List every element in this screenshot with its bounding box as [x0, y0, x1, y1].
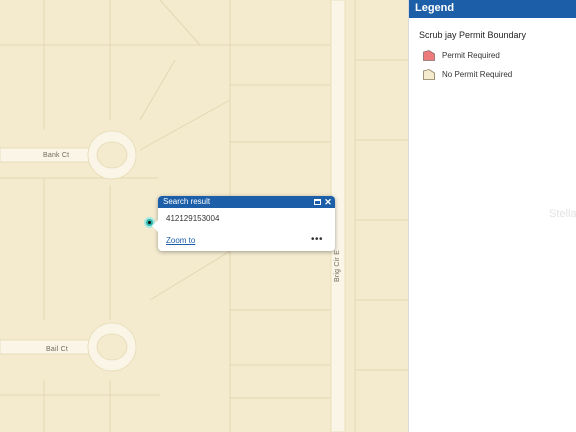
popup-title: Search result: [163, 197, 211, 206]
permit-required-swatch: [423, 50, 435, 61]
legend-layer-name: Scrub jay Permit Boundary: [419, 30, 527, 40]
legend-header: Legend: [409, 0, 576, 18]
popup-pointer: [152, 220, 158, 232]
no-permit-required-swatch: [423, 69, 435, 80]
marker-center-dot: [148, 221, 151, 224]
legend-title: Legend: [415, 2, 455, 14]
legend-label: Permit Required: [442, 51, 500, 60]
street-label-brig: Brig Cir E: [334, 250, 341, 282]
zoom-to-link[interactable]: Zoom to: [166, 236, 195, 245]
more-options-icon[interactable]: •••: [311, 234, 323, 245]
close-icon[interactable]: ✕: [323, 197, 333, 207]
maximize-icon[interactable]: [312, 197, 322, 207]
search-result-popup: Search result ✕ 412129153004 Zoom to •••: [152, 196, 335, 251]
popup-header: Search result ✕: [158, 196, 335, 208]
street-label-bank: Bank Ct: [43, 152, 70, 159]
street-label-bail: Bail Ct: [46, 346, 69, 353]
watermark: Stellar: [549, 208, 576, 220]
legend-label: No Permit Required: [442, 70, 513, 79]
parcel-id-value: 412129153004: [166, 214, 220, 223]
